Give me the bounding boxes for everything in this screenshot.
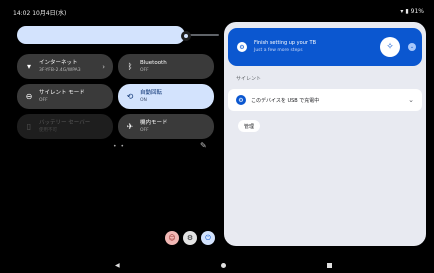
tile-text: サイレント モード OFF bbox=[39, 90, 85, 104]
status-icons: ▾ ▮ 91% bbox=[400, 8, 424, 15]
battery-percent: 91% bbox=[410, 8, 424, 15]
tile-internet[interactable]: ▾ インターネット 3F-YFB-2.4G/WPA3 › bbox=[17, 54, 113, 79]
power-icon[interactable]: ⏻ bbox=[201, 231, 215, 245]
tile-subtitle: OFF bbox=[140, 127, 149, 133]
tile-auto-rotate[interactable]: ⟲ 自動回転 ON bbox=[118, 84, 214, 109]
tile-text: 自動回転 ON bbox=[140, 90, 162, 104]
settings-icon[interactable]: ⚙ bbox=[183, 231, 197, 245]
chevron-down-icon[interactable]: ⌄ bbox=[408, 96, 414, 104]
tile-subtitle: 使用不可 bbox=[39, 127, 57, 133]
tile-title: 機内モード bbox=[140, 119, 168, 126]
tile-subtitle: OFF bbox=[140, 67, 149, 73]
tile-subtitle: OFF bbox=[39, 97, 48, 103]
setup-notification-subtitle: Just a few more steps bbox=[254, 48, 303, 53]
user-icon[interactable]: ☺ bbox=[165, 231, 179, 245]
battery-saver-icon: ▯ bbox=[26, 122, 32, 131]
status-clock: 14:02 10月4日(水) bbox=[13, 8, 66, 17]
home-icon[interactable] bbox=[221, 263, 226, 268]
manage-button[interactable]: 管理 bbox=[238, 120, 260, 132]
brightness-thumb[interactable] bbox=[181, 31, 191, 41]
usb-notification[interactable]: ⚙ このデバイスを USB で充電中 ⌄ bbox=[228, 89, 422, 111]
battery-icon: ▮ bbox=[405, 8, 409, 15]
auto-rotate-icon: ⟲ bbox=[126, 92, 134, 101]
tile-text: Bluetooth OFF bbox=[140, 60, 167, 74]
setup-notification-title: Finish setting up your TB bbox=[254, 40, 316, 46]
edit-icon[interactable]: ✎ bbox=[200, 141, 207, 150]
brightness-track-fill bbox=[17, 26, 185, 44]
chevron-down-icon[interactable]: ⌄ bbox=[408, 43, 416, 51]
status-bar: 14:02 10月4日(水) ▾ ▮ 91% bbox=[0, 0, 434, 22]
status-date: 10月4日(水) bbox=[32, 10, 67, 17]
wifi-icon: ▾ bbox=[400, 8, 404, 15]
usb-notification-text: このデバイスを USB で充電中 bbox=[251, 98, 320, 104]
usb-settings-icon: ⚙ bbox=[236, 95, 246, 105]
tile-airplane[interactable]: ✈ 機内モード OFF bbox=[118, 114, 214, 139]
tile-battery-saver[interactable]: ▯ バッテリー セーバー 使用不可 bbox=[17, 114, 113, 139]
bluetooth-icon: ᛒ bbox=[127, 62, 133, 71]
tile-silent[interactable]: ⊖ サイレント モード OFF bbox=[17, 84, 113, 109]
setup-wand-icon: ✧ bbox=[380, 37, 400, 57]
back-icon[interactable]: ◀ bbox=[115, 262, 120, 269]
tile-title: インターネット bbox=[39, 59, 78, 66]
brightness-slider[interactable] bbox=[17, 26, 219, 44]
navigation-bar: ◀ bbox=[0, 258, 434, 273]
tile-text: インターネット 3F-YFB-2.4G/WPA3 bbox=[39, 60, 81, 74]
tile-text: バッテリー セーバー 使用不可 bbox=[39, 120, 90, 134]
setup-notification[interactable]: ⚙ Finish setting up your TB Just a few m… bbox=[228, 28, 422, 66]
status-time: 14:02 bbox=[13, 10, 31, 17]
tile-bluetooth[interactable]: ᛒ Bluetooth OFF bbox=[118, 54, 214, 79]
tile-title: 自動回転 bbox=[140, 89, 163, 96]
wifi-icon: ▾ bbox=[26, 62, 31, 71]
page-indicator: • • bbox=[113, 143, 125, 150]
tile-title: サイレント モード bbox=[39, 89, 85, 96]
tile-subtitle: ON bbox=[140, 97, 147, 103]
do-not-disturb-icon: ⊖ bbox=[25, 92, 33, 101]
setup-app-icon: ⚙ bbox=[237, 42, 247, 52]
tile-text: 機内モード OFF bbox=[140, 120, 168, 134]
notification-panel: ⚙ Finish setting up your TB Just a few m… bbox=[224, 22, 426, 246]
recents-icon[interactable] bbox=[327, 263, 332, 268]
tile-title: Bluetooth bbox=[140, 59, 167, 66]
tile-title: バッテリー セーバー bbox=[39, 119, 91, 126]
silent-section-header: サイレント bbox=[236, 76, 262, 82]
airplane-icon: ✈ bbox=[126, 122, 134, 131]
tile-subtitle: 3F-YFB-2.4G/WPA3 bbox=[39, 67, 81, 73]
chevron-right-icon[interactable]: › bbox=[102, 63, 105, 71]
